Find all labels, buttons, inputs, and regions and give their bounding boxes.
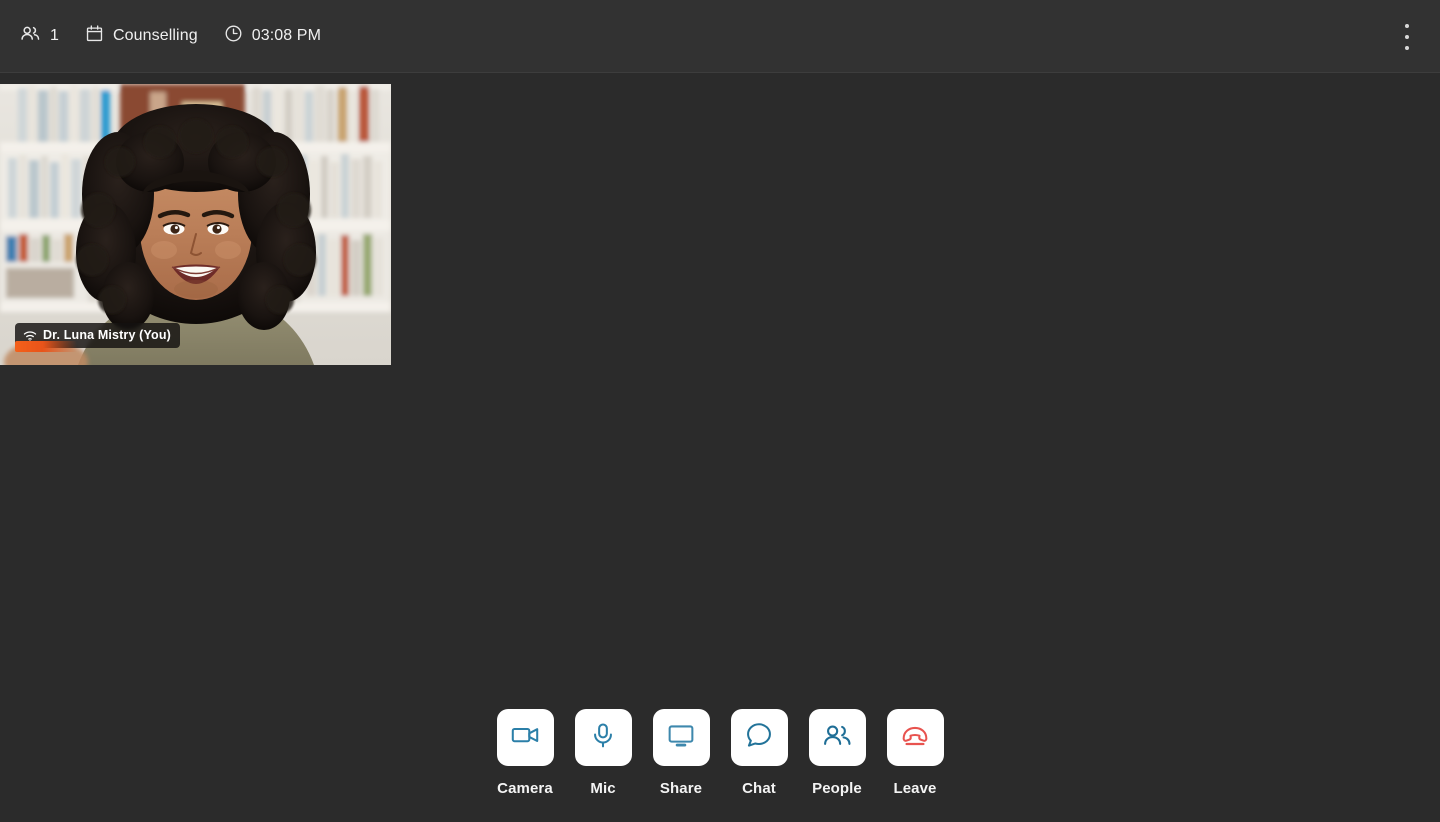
people-button-label: People	[812, 780, 862, 797]
chat-button-label: Chat	[742, 780, 776, 797]
chat-button-surface[interactable]	[730, 709, 788, 766]
leave-button-label: Leave	[893, 780, 937, 797]
video-tile-self[interactable]: Dr. Luna Mistry (You)	[0, 84, 391, 365]
phone-hangup-icon	[900, 720, 930, 755]
share-button-label: Share	[659, 780, 703, 797]
camera-button-surface[interactable]	[496, 709, 554, 766]
people-icon	[20, 23, 41, 49]
people-button-surface[interactable]	[808, 709, 866, 766]
header-actions	[1392, 0, 1422, 73]
meeting-time: 03:08 PM	[251, 27, 322, 44]
mic-button[interactable]: Mic	[574, 709, 632, 797]
mic-button-surface[interactable]	[574, 709, 632, 766]
meeting-header: 1 Counselling 03:08 PM	[0, 0, 1440, 73]
microphone-icon	[588, 720, 618, 755]
clock-icon	[224, 24, 243, 48]
chat-button[interactable]: Chat	[730, 709, 788, 797]
meeting-title: Counselling	[113, 27, 198, 44]
camera-button-label: Camera	[497, 780, 553, 797]
share-button[interactable]: Share	[652, 709, 710, 797]
people-button[interactable]: People	[808, 709, 866, 797]
participant-name: Dr. Luna Mistry (You)	[43, 328, 171, 343]
more-vertical-icon[interactable]	[1392, 14, 1422, 60]
screen-share-icon	[666, 720, 696, 755]
participant-count-label: 1	[50, 27, 59, 44]
video-stage: Dr. Luna Mistry (You) Camera Mic Share C…	[0, 74, 1440, 822]
camera-button[interactable]: Camera	[496, 709, 554, 797]
share-button-surface[interactable]	[652, 709, 710, 766]
leave-button[interactable]: Leave	[886, 709, 944, 797]
meeting-title-group[interactable]: Counselling	[85, 24, 198, 48]
header-info-group: 1 Counselling 03:08 PM	[0, 23, 347, 49]
participant-count-group[interactable]: 1	[20, 23, 59, 49]
mic-button-label: Mic	[590, 780, 616, 797]
meeting-time-group: 03:08 PM	[224, 24, 321, 48]
calendar-icon	[85, 24, 104, 48]
wifi-icon	[22, 328, 37, 343]
participant-name-badge: Dr. Luna Mistry (You)	[15, 323, 180, 352]
people-icon	[822, 720, 853, 756]
leave-button-surface[interactable]	[886, 709, 944, 766]
video-camera-icon	[510, 720, 540, 755]
chat-bubble-icon	[744, 720, 774, 755]
meeting-controls-bar: Camera Mic Share Chat People Leave	[0, 694, 1440, 822]
meeting-app: 1 Counselling 03:08 PM Dr. Luna Mistry (…	[0, 0, 1440, 822]
